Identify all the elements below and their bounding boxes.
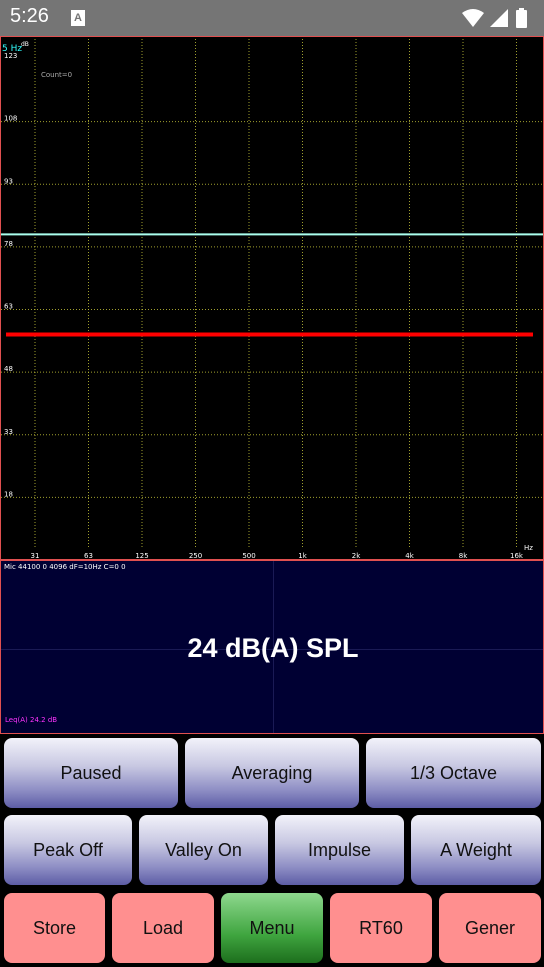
paused-button[interactable]: Paused [4,738,178,808]
weight-button[interactable]: A Weight [411,815,541,885]
db-unit-label: dB [21,41,29,48]
x-tick-label: 8k [459,552,468,560]
averaging-button[interactable]: Averaging [185,738,359,808]
menu-button[interactable]: Menu [221,893,323,963]
y-tick-label: 63 [4,303,13,311]
system-icons [462,8,527,28]
notification-icon: A [71,10,85,26]
impulse-button[interactable]: Impulse [275,815,404,885]
x-tick-label: 4k [405,552,414,560]
rt60-button[interactable]: RT60 [330,893,432,963]
x-tick-label: 1k [298,552,307,560]
x-tick-label: 250 [189,552,202,560]
x-tick-label: 125 [135,552,148,560]
mic-info: Mic 44100 0 4096 dF=10Hz C=0 0 [4,563,126,571]
y-tick-label: 33 [4,428,13,436]
freq-label: 5 Hz [2,44,22,54]
hz-unit-label: Hz [524,544,533,552]
status-time: 5:26 [10,5,49,27]
x-tick-label: 2k [352,552,361,560]
y-tick-label: 18 [4,490,13,498]
spl-reading: 24 dB(A) SPL [187,633,359,663]
valley-button[interactable]: Valley On [139,815,268,885]
signal-icon [490,9,508,27]
battery-icon [516,10,527,28]
y-tick-label: 48 [4,365,13,373]
count-label: Count=0 [41,71,72,79]
x-tick-label: 16k [510,552,524,560]
y-tick-label: 78 [4,240,13,248]
store-button[interactable]: Store [4,893,105,963]
status-bar: 5:26 A [0,0,544,36]
spectrum-chart: 12310893786348331831 63 125 250 500 1k 2k 4k 8k 1… [1,39,544,560]
spl-panel: Mic 44100 0 4096 dF=10Hz C=0 0 24 dB(A) … [0,560,544,734]
load-button[interactable]: Load [112,893,214,963]
wifi-icon [462,9,484,27]
peak-button[interactable]: Peak Off [4,815,132,885]
generator-button[interactable]: Gener [439,893,541,963]
x-tick-label: 31 [31,552,40,560]
leq-reading: Leq(A) 24.2 dB [5,716,58,724]
x-tick-label: 500 [242,552,255,560]
y-tick-label: 93 [4,177,13,185]
spectrum-plot[interactable]: 123 108 93 78 63 48 33 18 31 63 125 250 500 1k 2k 4k 8k 1… [0,36,544,560]
x-tick-label: 63 [84,552,93,560]
y-tick-label: 108 [4,115,17,123]
octave-button[interactable]: 1/3 Octave [366,738,541,808]
